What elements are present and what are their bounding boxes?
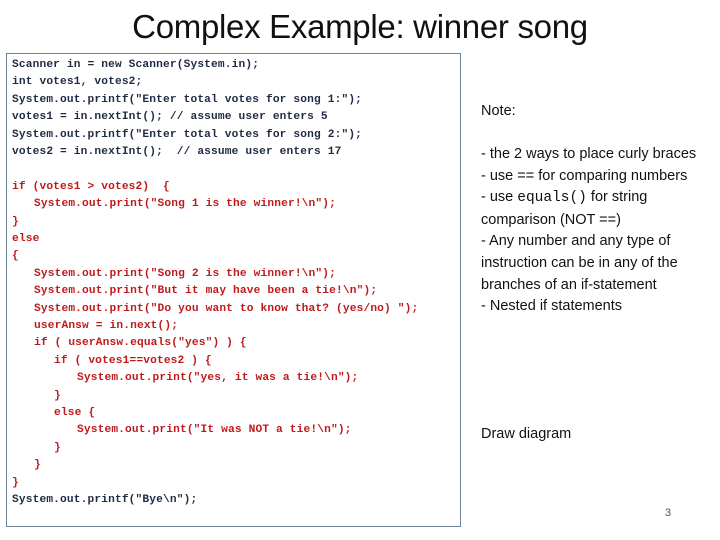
code-line: {	[12, 250, 19, 263]
code-line: }	[12, 215, 19, 228]
code-line: }	[54, 441, 61, 454]
code-line: System.out.printf("Enter total votes for…	[12, 93, 363, 106]
notes-footer: Draw diagram	[481, 426, 572, 442]
slide-title: Complex Example: winner song	[132, 8, 588, 45]
note-item: - Any number and any type of instruction…	[481, 231, 713, 296]
code-line: System.out.print("yes, it was a tie!\n")…	[77, 372, 359, 385]
code-line: if (votes1 > votes2) {	[12, 180, 170, 193]
note-text: - the 2 ways to place curly braces	[481, 146, 697, 162]
note-text: - Any number and any type of instruction…	[481, 233, 678, 293]
note-item: - the 2 ways to place curly braces	[481, 144, 713, 166]
note-text: - Nested if statements	[481, 298, 623, 315]
code-line: votes2 = in.nextInt(); // assume user en…	[12, 146, 342, 158]
code-line: System.out.print("It was NOT a tie!\n");	[77, 424, 352, 437]
code-line: System.out.printf("Bye\n");	[12, 494, 198, 506]
note-item: - Nested if statements	[481, 296, 713, 318]
note-item: - use == for comparing numbers	[481, 166, 713, 188]
code-line: votes1 = in.nextInt(); // assume user en…	[12, 111, 328, 124]
code-line: else {	[54, 407, 96, 419]
note-code-text: equals()	[517, 190, 587, 207]
code-line: if ( votes1==votes2 ) {	[54, 354, 212, 367]
code-line: System.out.print("Song 2 is the winner!\…	[34, 267, 336, 280]
code-line: System.out.print("But it may have been a…	[34, 285, 378, 298]
code-line: System.out.print("Song 1 is the winner!\…	[34, 198, 336, 211]
notes-list: - the 2 ways to place curly braces - use …	[481, 144, 713, 318]
code-line: }	[34, 459, 41, 472]
code-line: Scanner in = new Scanner(System.in);	[12, 59, 260, 71]
code-line: }	[12, 476, 19, 489]
code-block: Scanner in = new Scanner(System.in); int …	[6, 53, 461, 527]
note-text: - use	[481, 189, 518, 206]
note-item: - use equals() for string comparison (NO…	[481, 187, 713, 231]
code-line: if ( userAnsw.equals("yes") ) {	[34, 337, 247, 350]
code-line: else	[12, 233, 40, 245]
page-number: 3	[665, 507, 672, 519]
notes-heading: Note:	[481, 103, 516, 119]
code-line: System.out.print("Do you want to know th…	[34, 302, 419, 315]
code-line: int votes1, votes2;	[12, 76, 143, 89]
code-line: }	[54, 389, 61, 402]
code-line: userAnsw = in.next();	[34, 320, 179, 332]
code-line: System.out.printf("Enter total votes for…	[12, 128, 363, 141]
note-text: - use == for comparing numbers	[481, 167, 688, 184]
